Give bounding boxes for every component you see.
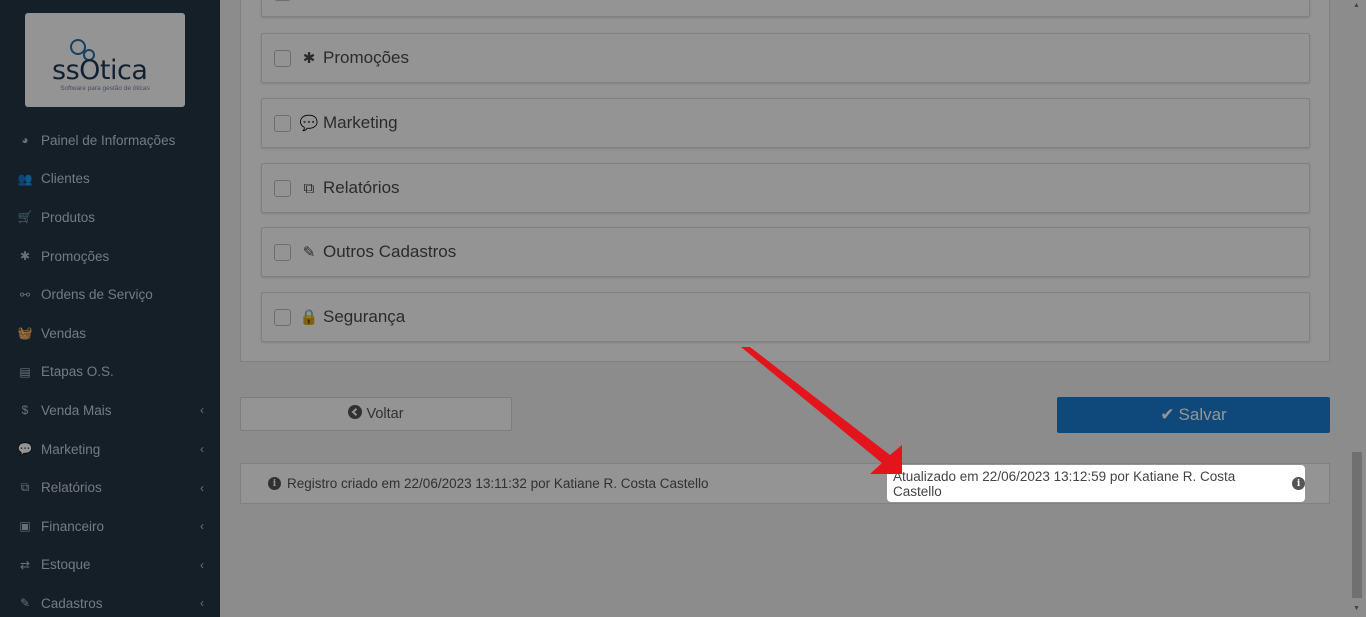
scroll-up-icon[interactable]: ▲ (1353, 2, 1360, 9)
sidebar-item-label: Venda Mais (41, 402, 112, 418)
sidebar: ssOtica Software para gestão de óticas ◕… (0, 0, 220, 617)
asterisk-icon: ✱ (302, 50, 316, 67)
sidebar-item-label: Relatórios (41, 480, 102, 496)
scroll-thumb[interactable] (1352, 452, 1362, 598)
cart-icon: 🛒 (17, 210, 33, 225)
copy-icon: ⧉ (303, 179, 315, 197)
sidebar-item[interactable]: ▣ Financeiro ‹ (0, 507, 220, 546)
save-button[interactable]: ✔ Salvar (1057, 397, 1330, 433)
sidebar-item[interactable]: $ Venda Mais ‹ (0, 391, 220, 430)
list-icon: ▤ (19, 364, 31, 379)
info-icon: i (1292, 477, 1305, 490)
copy-icon: ⧉ (20, 480, 30, 495)
dollar-icon: $ (21, 403, 29, 418)
updated-info-highlight: Atualizado em 22/06/2023 13:12:59 por Ka… (887, 465, 1305, 502)
permission-label: Marketing (323, 113, 398, 132)
chevron-left-icon: ‹ (200, 557, 204, 572)
created-text: Registro criado em 22/06/2023 13:11:32 p… (287, 476, 709, 491)
permission-row[interactable]: ✱ Promoções (261, 33, 1310, 83)
money-icon: ▣ (19, 519, 31, 534)
sidebar-item[interactable]: ⚯ Ordens de Serviço (0, 275, 220, 314)
chevron-left-icon: ‹ (200, 403, 204, 418)
sidebar-item-label: Vendas (41, 325, 87, 341)
sidebar-item-label: Produtos (41, 209, 96, 225)
comments-icon: 💬 (17, 442, 33, 457)
permission-checkbox[interactable] (274, 243, 291, 261)
sidebar-item-label: Financeiro (41, 518, 105, 534)
back-button-label: Voltar (366, 406, 404, 422)
edit-icon: ✎ (19, 596, 31, 611)
sidebar-item-label: Etapas O.S. (41, 364, 114, 380)
logo[interactable]: ssOtica Software para gestão de óticas (25, 13, 185, 107)
logo-text: ssOtica (52, 55, 148, 86)
asterisk-icon: ✱ (19, 249, 31, 264)
sidebar-item[interactable]: 💬 Marketing ‹ (0, 430, 220, 469)
sidebar-item[interactable]: ✱ Promoções (0, 237, 220, 276)
sidebar-item[interactable]: 🛒 Produtos (0, 198, 220, 237)
permission-checkbox[interactable] (274, 179, 291, 197)
permission-checkbox[interactable] (274, 308, 291, 326)
scrollbar[interactable]: ▲ ▼ (1349, 0, 1366, 617)
chevron-left-icon: ‹ (200, 480, 204, 495)
permission-row[interactable]: 🔒 Segurança (261, 292, 1310, 342)
exchange-icon: ⇄ (19, 557, 31, 572)
sidebar-item-label: Estoque (41, 557, 91, 573)
lock-icon: 🔒 (299, 309, 319, 326)
permission-checkbox[interactable] (274, 114, 291, 132)
scroll-down-icon[interactable]: ▼ (1353, 605, 1360, 612)
comments-icon: 💬 (299, 115, 319, 132)
permission-label: Relatórios (323, 178, 400, 197)
sidebar-item-label: Ordens de Serviço (41, 287, 153, 303)
edit-icon: ✎ (302, 244, 316, 261)
basket-icon: 🧺 (17, 326, 33, 341)
permission-row[interactable]: ⧉ Relatórios (261, 163, 1310, 213)
sidebar-nav: ◕ Painel de Informações 👥 Clientes 🛒 Produtos… (0, 121, 220, 617)
sidebar-item-label: Painel de Informações (41, 132, 176, 148)
chevron-left-icon: ‹ (200, 519, 204, 534)
permission-row[interactable]: ✎ Outros Cadastros (261, 227, 1310, 277)
save-button-label: Salvar (1178, 405, 1227, 424)
sidebar-item-label: Clientes (41, 171, 90, 187)
arrow-circle-left-icon (348, 405, 363, 423)
permission-row-partial[interactable] (261, 0, 1310, 17)
updated-text: Atualizado em 22/06/2023 13:12:59 por Ka… (893, 468, 1236, 499)
permission-label: Outros Cadastros (323, 242, 457, 261)
sidebar-item[interactable]: ▤ Etapas O.S. (0, 353, 220, 392)
created-info: i Registro criado em 22/06/2023 13:11:32… (268, 476, 709, 491)
sidebar-item-label: Marketing (41, 441, 101, 457)
chevron-left-icon: ‹ (200, 596, 204, 611)
chevron-left-icon: ‹ (200, 442, 204, 457)
permissions-panel: ✱ Promoções 💬 Marketing ⧉ Relatórios ✎ Outros C… (240, 0, 1330, 362)
permission-checkbox[interactable] (274, 49, 291, 67)
sidebar-item[interactable]: ⧉ Relatórios ‹ (0, 468, 220, 507)
permission-label: Segurança (323, 307, 406, 326)
sidebar-item[interactable]: ◕ Painel de Informações (0, 121, 220, 160)
sidebar-item[interactable]: ✎ Cadastros ‹ (0, 584, 220, 617)
check-icon: ✔ (1160, 405, 1175, 424)
permission-row[interactable]: 💬 Marketing (261, 98, 1310, 148)
dashboard-icon: ◕ (21, 133, 29, 148)
sidebar-item[interactable]: ⇄ Estoque ‹ (0, 546, 220, 585)
sidebar-item-label: Promoções (41, 248, 110, 264)
back-button[interactable]: Voltar (240, 397, 512, 431)
sidebar-item-label: Cadastros (41, 595, 103, 611)
sidebar-item[interactable]: 👥 Clientes (0, 160, 220, 199)
logo-subtitle: Software para gestão de óticas (60, 85, 150, 92)
sidebar-item[interactable]: 🧺 Vendas (0, 314, 220, 353)
main-content: ✱ Promoções 💬 Marketing ⧉ Relatórios ✎ Outros C… (220, 0, 1349, 617)
info-icon: i (268, 477, 281, 490)
permission-checkbox[interactable] (274, 0, 291, 1)
permission-label: Promoções (323, 48, 409, 67)
glasses-icon: ⚯ (19, 287, 31, 302)
users-icon: 👥 (17, 171, 33, 186)
